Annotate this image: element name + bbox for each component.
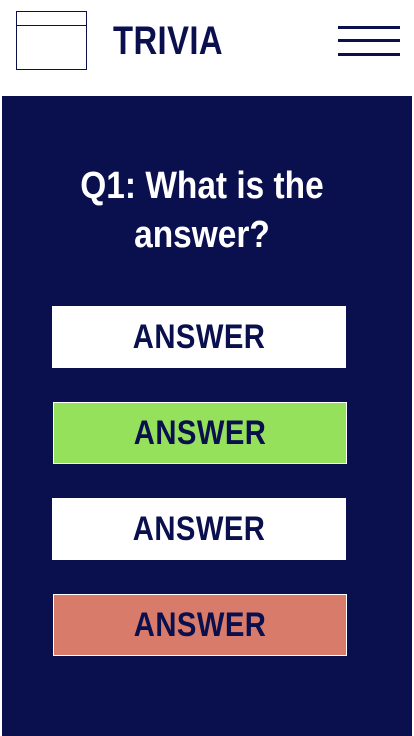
app-header: TRIVIA	[0, 0, 414, 96]
logo-placeholder-bar	[17, 25, 86, 26]
answer-label: ANSWER	[132, 317, 266, 356]
answer-label: ANSWER	[132, 509, 266, 548]
hamburger-menu-icon[interactable]	[338, 26, 400, 58]
menu-line	[338, 26, 400, 29]
answer-option-1[interactable]: ANSWER	[52, 306, 346, 368]
question-text: Q1: What is the answer?	[80, 165, 324, 256]
logo-placeholder-icon	[16, 11, 87, 70]
menu-line	[338, 53, 400, 56]
quiz-panel: Q1: What is the answer? ANSWER ANSWER AN…	[2, 96, 412, 736]
answer-label: ANSWER	[133, 605, 267, 644]
answer-option-4-incorrect[interactable]: ANSWER	[53, 594, 347, 656]
app-title: TRIVIA	[113, 19, 223, 63]
answer-option-3[interactable]: ANSWER	[52, 498, 346, 560]
menu-line	[338, 39, 400, 42]
answer-label: ANSWER	[133, 413, 267, 452]
answer-option-2-correct[interactable]: ANSWER	[53, 402, 347, 464]
